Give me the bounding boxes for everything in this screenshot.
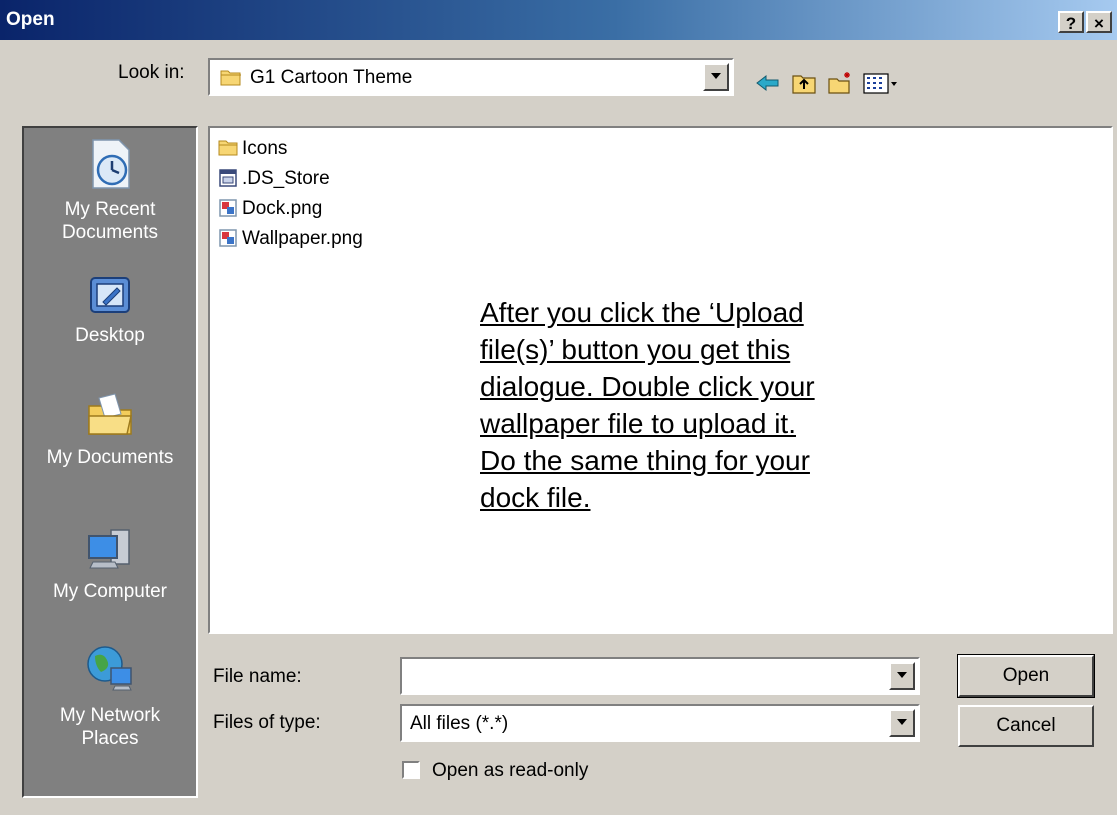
read-only-checkbox[interactable]: [402, 761, 420, 779]
place-my-documents[interactable]: My Documents: [24, 390, 196, 469]
files-of-type-value: All files (*.*): [410, 713, 509, 734]
annotation-line: file(s)’ button you get this: [480, 334, 791, 365]
image-file-icon: [219, 229, 237, 247]
annotation-line: dock file.: [480, 482, 591, 513]
my-computer-icon: [88, 529, 130, 569]
place-label: Documents: [61, 222, 159, 243]
files-of-type-label: Files of type:: [213, 712, 321, 733]
place-my-network-places[interactable]: My Network Places: [24, 642, 196, 750]
image-file-icon: [219, 199, 237, 217]
up-folder-icon[interactable]: [790, 70, 818, 96]
place-desktop[interactable]: Desktop: [24, 272, 196, 347]
close-button[interactable]: ×: [1086, 11, 1112, 33]
read-only-label[interactable]: Open as read-only: [432, 760, 588, 782]
places-bar: My Recent Documents Desktop My Documents: [22, 126, 198, 798]
file-list[interactable]: Icons .DS_Store Dock.png Wallpaper.png A…: [208, 126, 1113, 634]
recent-documents-icon: [92, 139, 130, 189]
annotation-line: wallpaper file to upload it.: [480, 408, 796, 439]
generic-file-icon: [219, 169, 237, 187]
desktop-icon: [90, 277, 130, 313]
folder-icon: [220, 70, 241, 86]
look-in-label: Look in:: [118, 62, 185, 83]
place-label: My Computer: [52, 581, 168, 602]
place-label: My Documents: [46, 447, 174, 468]
my-documents-icon: [88, 393, 132, 435]
place-my-recent-documents[interactable]: My Recent Documents: [24, 136, 196, 244]
files-of-type-dropdown[interactable]: All files (*.*): [400, 704, 920, 742]
back-arrow-icon[interactable]: [754, 70, 782, 96]
place-label: My Network: [59, 705, 161, 726]
file-name-input[interactable]: [400, 657, 920, 695]
new-folder-icon[interactable]: [826, 70, 854, 96]
views-menu-icon[interactable]: [862, 70, 900, 96]
instruction-annotation: After you click the ‘Upload file(s)’ but…: [480, 294, 960, 516]
file-name-label: File name:: [213, 666, 302, 687]
window-title: Open: [6, 9, 55, 30]
file-name: Icons: [242, 138, 288, 159]
place-label: My Recent: [64, 199, 156, 220]
title-bar: Open ? ×: [0, 0, 1117, 40]
chevron-down-icon[interactable]: [703, 63, 729, 91]
folder-icon: [218, 140, 238, 156]
annotation-line: After you click the ‘Upload: [480, 297, 804, 328]
cancel-button[interactable]: Cancel: [958, 705, 1094, 747]
chevron-down-icon[interactable]: [889, 709, 915, 737]
place-label: Places: [81, 728, 139, 749]
open-button[interactable]: Open: [957, 654, 1095, 698]
annotation-line: Do the same thing for your: [480, 445, 810, 476]
network-places-icon: [87, 646, 132, 691]
file-name: .DS_Store: [242, 168, 330, 189]
place-my-computer[interactable]: My Computer: [24, 526, 196, 603]
look-in-dropdown[interactable]: G1 Cartoon Theme: [208, 58, 734, 96]
file-name: Dock.png: [242, 198, 323, 219]
help-button[interactable]: ?: [1058, 11, 1084, 33]
annotation-line: dialogue. Double click your: [480, 371, 815, 402]
file-name: Wallpaper.png: [242, 228, 363, 249]
chevron-down-icon[interactable]: [889, 662, 915, 690]
look-in-value: G1 Cartoon Theme: [250, 67, 413, 88]
place-label: Desktop: [75, 325, 145, 346]
open-dialog: Open ? × Look in: G1 Cartoon Theme My Re…: [0, 0, 1117, 815]
